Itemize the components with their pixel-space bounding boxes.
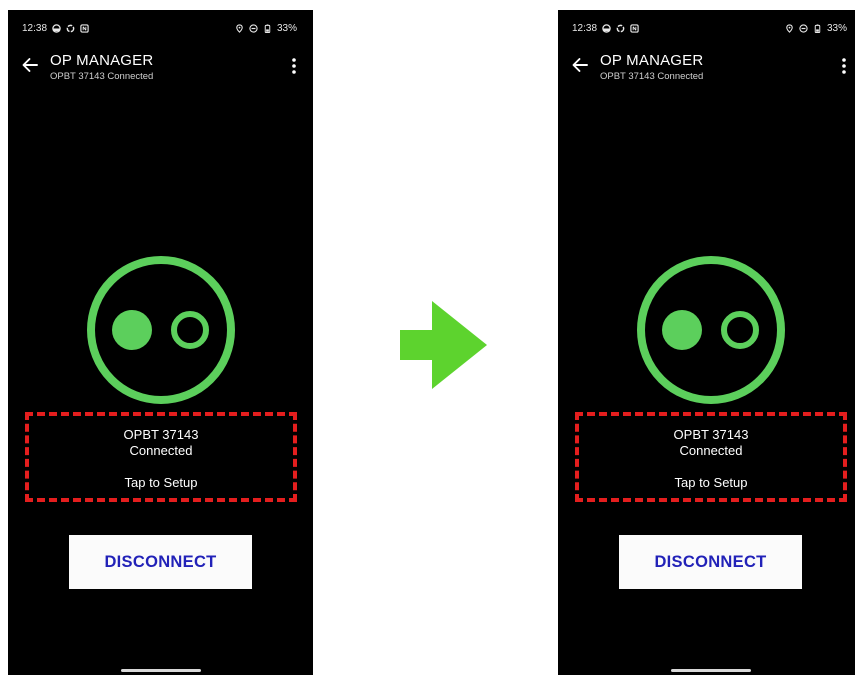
cloud-icon (52, 23, 61, 33)
back-arrow-icon[interactable] (571, 56, 589, 74)
nfc-icon (630, 23, 639, 33)
app-title: OP MANAGER (600, 52, 704, 69)
right-arrow-icon (398, 300, 488, 390)
app-title: OP MANAGER (50, 52, 154, 69)
phone-screen-after: 12:38 33% OP MANAGER OPBT 37143 Connecte… (558, 10, 855, 675)
do-not-disturb-icon (249, 23, 258, 33)
connection-status-icon[interactable] (636, 255, 786, 405)
status-time: 12:38 (572, 22, 598, 34)
sync-icon (66, 24, 75, 33)
disconnect-button[interactable]: DISCONNECT (69, 535, 252, 589)
tap-to-setup-label[interactable]: Tap to Setup (579, 475, 843, 490)
status-time: 12:38 (22, 22, 48, 34)
home-indicator[interactable] (121, 669, 201, 672)
battery-icon (813, 23, 822, 33)
app-bar: OP MANAGER OPBT 37143 Connected (558, 50, 855, 86)
connection-state: Connected (679, 443, 743, 458)
cloud-icon (602, 23, 611, 33)
back-arrow-icon[interactable] (21, 56, 39, 74)
phone-screen-before: 12:38 33% OP MANAGER OPBT 37143 Connecte… (8, 10, 313, 675)
overflow-menu-icon[interactable] (290, 56, 298, 76)
device-info-highlight[interactable]: OPBT 37143 Connected Tap to Setup (25, 412, 297, 502)
home-indicator[interactable] (671, 669, 751, 672)
connection-status-icon[interactable] (86, 255, 236, 405)
sync-icon (616, 24, 625, 33)
status-bar: 12:38 33% (572, 20, 847, 36)
comparison-canvas: 12:38 33% OP MANAGER OPBT 37143 Connecte… (0, 0, 855, 675)
battery-percent: 33% (276, 22, 297, 34)
disconnect-button[interactable]: DISCONNECT (619, 535, 802, 589)
location-icon (235, 23, 244, 33)
location-icon (785, 23, 794, 33)
do-not-disturb-icon (799, 23, 808, 33)
battery-percent: 33% (826, 22, 847, 34)
app-subtitle: OPBT 37143 Connected (600, 71, 704, 82)
device-name: OPBT 37143 (123, 427, 199, 442)
tap-to-setup-label[interactable]: Tap to Setup (29, 475, 293, 490)
connection-state: Connected (129, 443, 193, 458)
device-info-highlight[interactable]: OPBT 37143 Connected Tap to Setup (575, 412, 847, 502)
app-bar: OP MANAGER OPBT 37143 Connected (8, 50, 313, 86)
battery-icon (263, 23, 272, 33)
overflow-menu-icon[interactable] (840, 56, 848, 76)
device-name: OPBT 37143 (673, 427, 749, 442)
status-bar: 12:38 33% (22, 20, 297, 36)
nfc-icon (80, 23, 89, 33)
app-subtitle: OPBT 37143 Connected (50, 71, 154, 82)
